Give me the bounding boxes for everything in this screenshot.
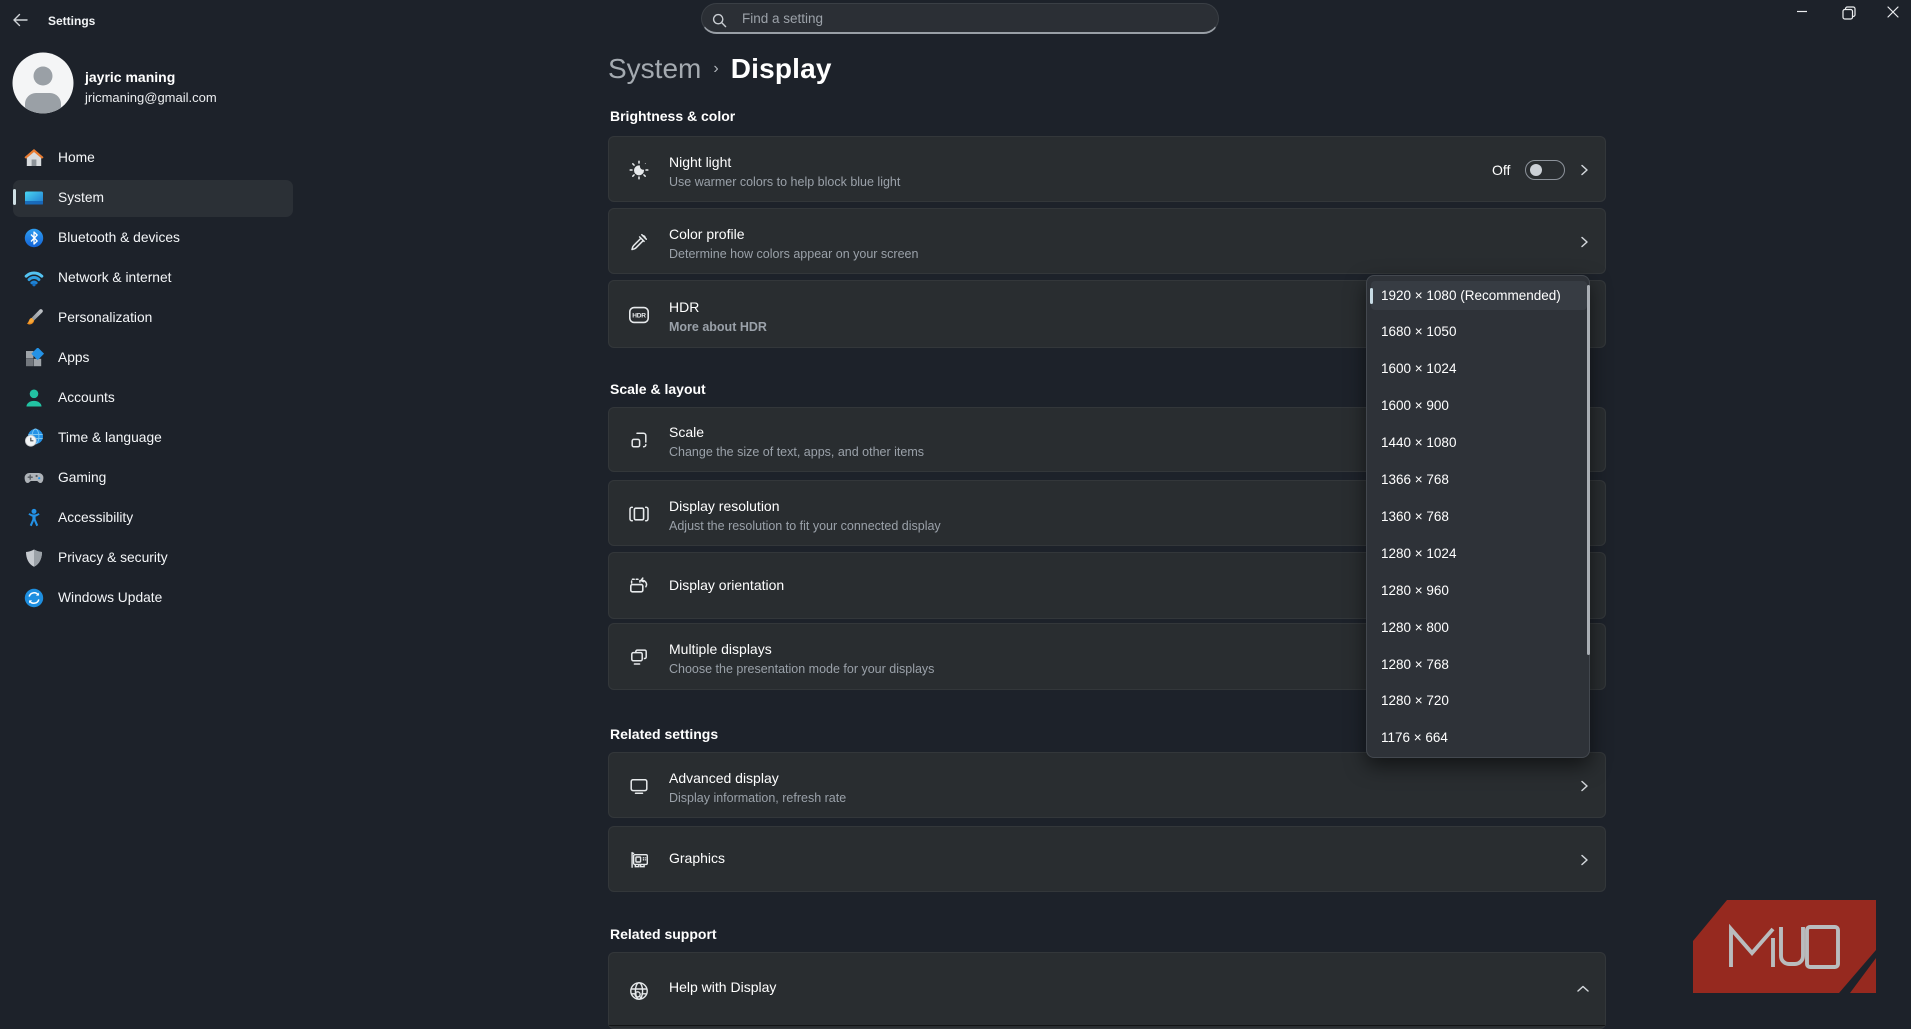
svg-text:HDR: HDR <box>632 313 646 320</box>
